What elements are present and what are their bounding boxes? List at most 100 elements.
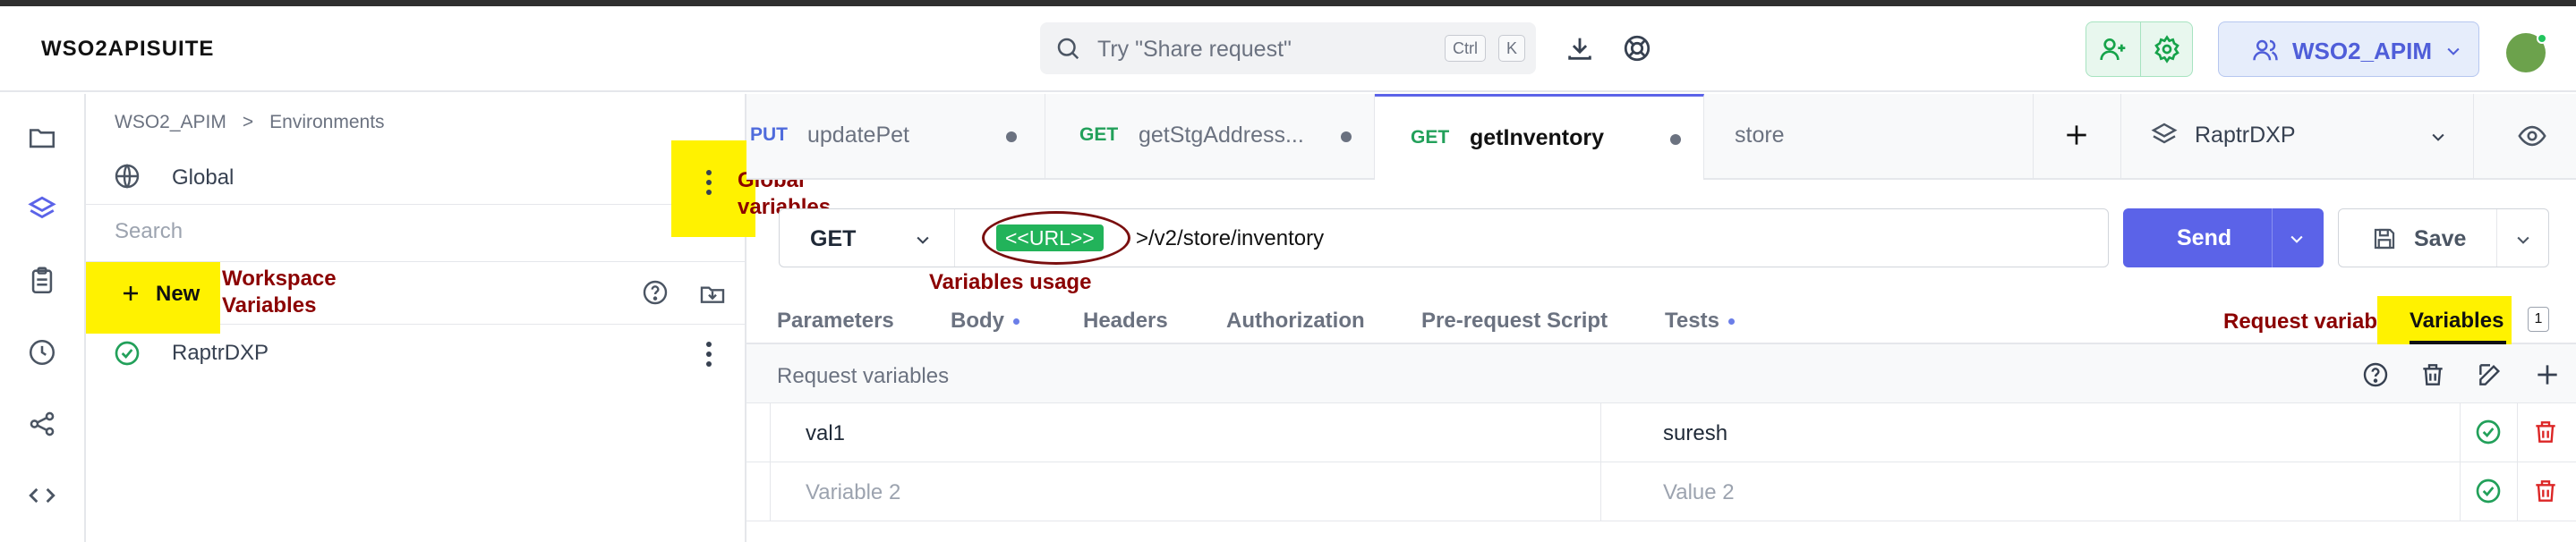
code-icon[interactable] <box>27 480 57 511</box>
tab-headers[interactable]: Headers <box>1083 309 1168 334</box>
tab-store[interactable]: store <box>1704 94 2034 180</box>
more-vertical-icon[interactable] <box>705 341 712 368</box>
method-label: GET <box>810 226 857 251</box>
breadcrumb-workspace[interactable]: WSO2_APIM <box>115 112 226 132</box>
plus-icon[interactable] <box>2533 360 2562 389</box>
tab-getinventory[interactable]: GET getInventory <box>1375 94 1704 180</box>
environment-selector[interactable]: RaptrDXP <box>2121 94 2474 180</box>
unsaved-dot <box>1006 131 1017 142</box>
nav-rail <box>0 94 86 542</box>
chevron-down-icon <box>2447 47 2460 55</box>
unsaved-dot <box>1341 131 1352 142</box>
chevron-down-icon[interactable] <box>2288 230 2306 248</box>
variables-header: Request variables <box>746 344 2576 403</box>
chevron-down-icon <box>917 236 929 244</box>
tab-body[interactable]: Body <box>951 309 1019 334</box>
delete-icon[interactable] <box>2531 477 2560 505</box>
share-nodes-icon[interactable] <box>27 409 57 439</box>
delete-icon[interactable] <box>2531 418 2560 446</box>
chevron-down-icon <box>2432 133 2444 141</box>
import-tray-icon[interactable] <box>698 278 727 307</box>
tab-pre-request-script[interactable]: Pre-request Script <box>1421 309 1608 334</box>
brand-logo: WSO2APISUITE <box>41 37 215 61</box>
tab-method: GET <box>1079 124 1119 145</box>
layers-icon[interactable] <box>27 194 57 224</box>
help-lifebuoy-icon[interactable] <box>1622 33 1652 64</box>
user-avatar[interactable] <box>2506 33 2547 72</box>
trash-icon[interactable] <box>2418 360 2447 389</box>
variables-usage-circle <box>982 211 1130 265</box>
variables-section-title: Request variables <box>777 364 950 388</box>
breadcrumb: WSO2_APIM > Environments <box>115 112 385 132</box>
plus-icon <box>2067 125 2086 145</box>
method-dropdown[interactable]: GET <box>780 209 955 267</box>
variable-row: val1 suresh <box>746 403 2576 462</box>
users-icon <box>2253 39 2278 61</box>
edit-icon[interactable] <box>2476 360 2504 389</box>
tab-variables[interactable]: Variables <box>2410 309 2503 334</box>
check-circle-icon[interactable] <box>2474 418 2503 446</box>
search-placeholder: Try "Share request" <box>1097 37 1292 62</box>
tab-updatepet[interactable]: PUT updatePet <box>746 94 1045 180</box>
history-clock-icon[interactable] <box>27 337 57 368</box>
environment-name: RaptrDXP <box>172 341 269 365</box>
help-circle-icon[interactable] <box>2361 360 2390 389</box>
url-bar: GET <<URL>> >/v2/store/inventory <box>779 208 2109 267</box>
chevron-down-icon[interactable] <box>2514 231 2532 249</box>
request-tabs: PUT updatePet GET getStgAddress... GET g… <box>746 94 2576 180</box>
tab-getstgaddress[interactable]: GET getStgAddress... <box>1045 94 1375 180</box>
tab-authorization[interactable]: Authorization <box>1226 309 1365 334</box>
online-status-dot <box>2537 33 2547 44</box>
tab-label: Tests <box>1665 309 1719 333</box>
request-subtabs: Parameters Body Headers Authorization Pr… <box>746 296 2576 348</box>
save-disk-icon <box>2374 228 2395 250</box>
variable-key-placeholder[interactable]: Variable 2 <box>806 480 900 505</box>
variable-key-input[interactable]: val1 <box>806 421 845 446</box>
layers-icon <box>2151 123 2178 144</box>
shortcut-ctrl: Ctrl <box>1445 35 1486 62</box>
tab-tests[interactable]: Tests <box>1665 309 1735 334</box>
url-input[interactable]: >/v2/store/inventory <box>1136 226 1324 251</box>
check-circle-icon[interactable] <box>2474 477 2503 505</box>
clipboard-icon[interactable] <box>27 266 57 296</box>
new-environment-row: New Workspace Variables <box>86 262 745 334</box>
plus-icon <box>124 286 138 301</box>
save-label: Save <box>2414 226 2467 251</box>
send-button[interactable]: Send <box>2123 208 2324 267</box>
annotation-variables-usage: Variables usage <box>929 270 1092 294</box>
tab-method: PUT <box>750 124 788 145</box>
environment-item-raptrdxp[interactable]: RaptrDXP <box>86 325 745 382</box>
global-environment-row[interactable]: Global <box>86 148 745 205</box>
eye-icon[interactable] <box>2517 121 2547 151</box>
new-label: New <box>156 282 200 306</box>
new-tab-button[interactable] <box>2034 94 2121 180</box>
check-circle-icon <box>115 341 140 366</box>
more-vertical-icon[interactable] <box>705 169 712 196</box>
download-icon[interactable] <box>1565 33 1595 64</box>
help-circle-icon[interactable] <box>641 278 670 307</box>
variable-value-input[interactable]: suresh <box>1663 421 1727 446</box>
tab-title: getInventory <box>1470 125 1605 150</box>
environment-search-input[interactable] <box>115 219 652 244</box>
variable-row: Variable 2 Value 2 <box>746 462 2576 521</box>
unsaved-dot <box>1670 134 1681 145</box>
indicator-dot <box>1727 318 1735 326</box>
folder-icon[interactable] <box>27 123 57 153</box>
tab-title: updatePet <box>807 123 909 148</box>
breadcrumb-environments: Environments <box>269 112 385 132</box>
globe-icon <box>115 164 140 189</box>
add-user-icon[interactable] <box>2099 35 2128 64</box>
request-editor: PUT updatePet GET getStgAddress... GET g… <box>746 94 2576 542</box>
variable-value-placeholder[interactable]: Value 2 <box>1663 480 1735 505</box>
sidebar-search <box>86 205 745 262</box>
tab-parameters[interactable]: Parameters <box>777 309 894 334</box>
workspace-switcher[interactable]: WSO2_APIM <box>2218 21 2479 77</box>
settings-gear-icon[interactable] <box>2153 35 2181 64</box>
tab-method: GET <box>1411 127 1450 148</box>
variables-count-badge: 1 <box>2528 307 2549 332</box>
window-top-strip <box>0 0 2576 6</box>
selected-environment: RaptrDXP <box>2195 123 2296 148</box>
global-label: Global <box>172 165 235 190</box>
save-button[interactable]: Save <box>2338 208 2549 267</box>
global-search[interactable]: Try "Share request" Ctrl K <box>1040 22 1536 74</box>
